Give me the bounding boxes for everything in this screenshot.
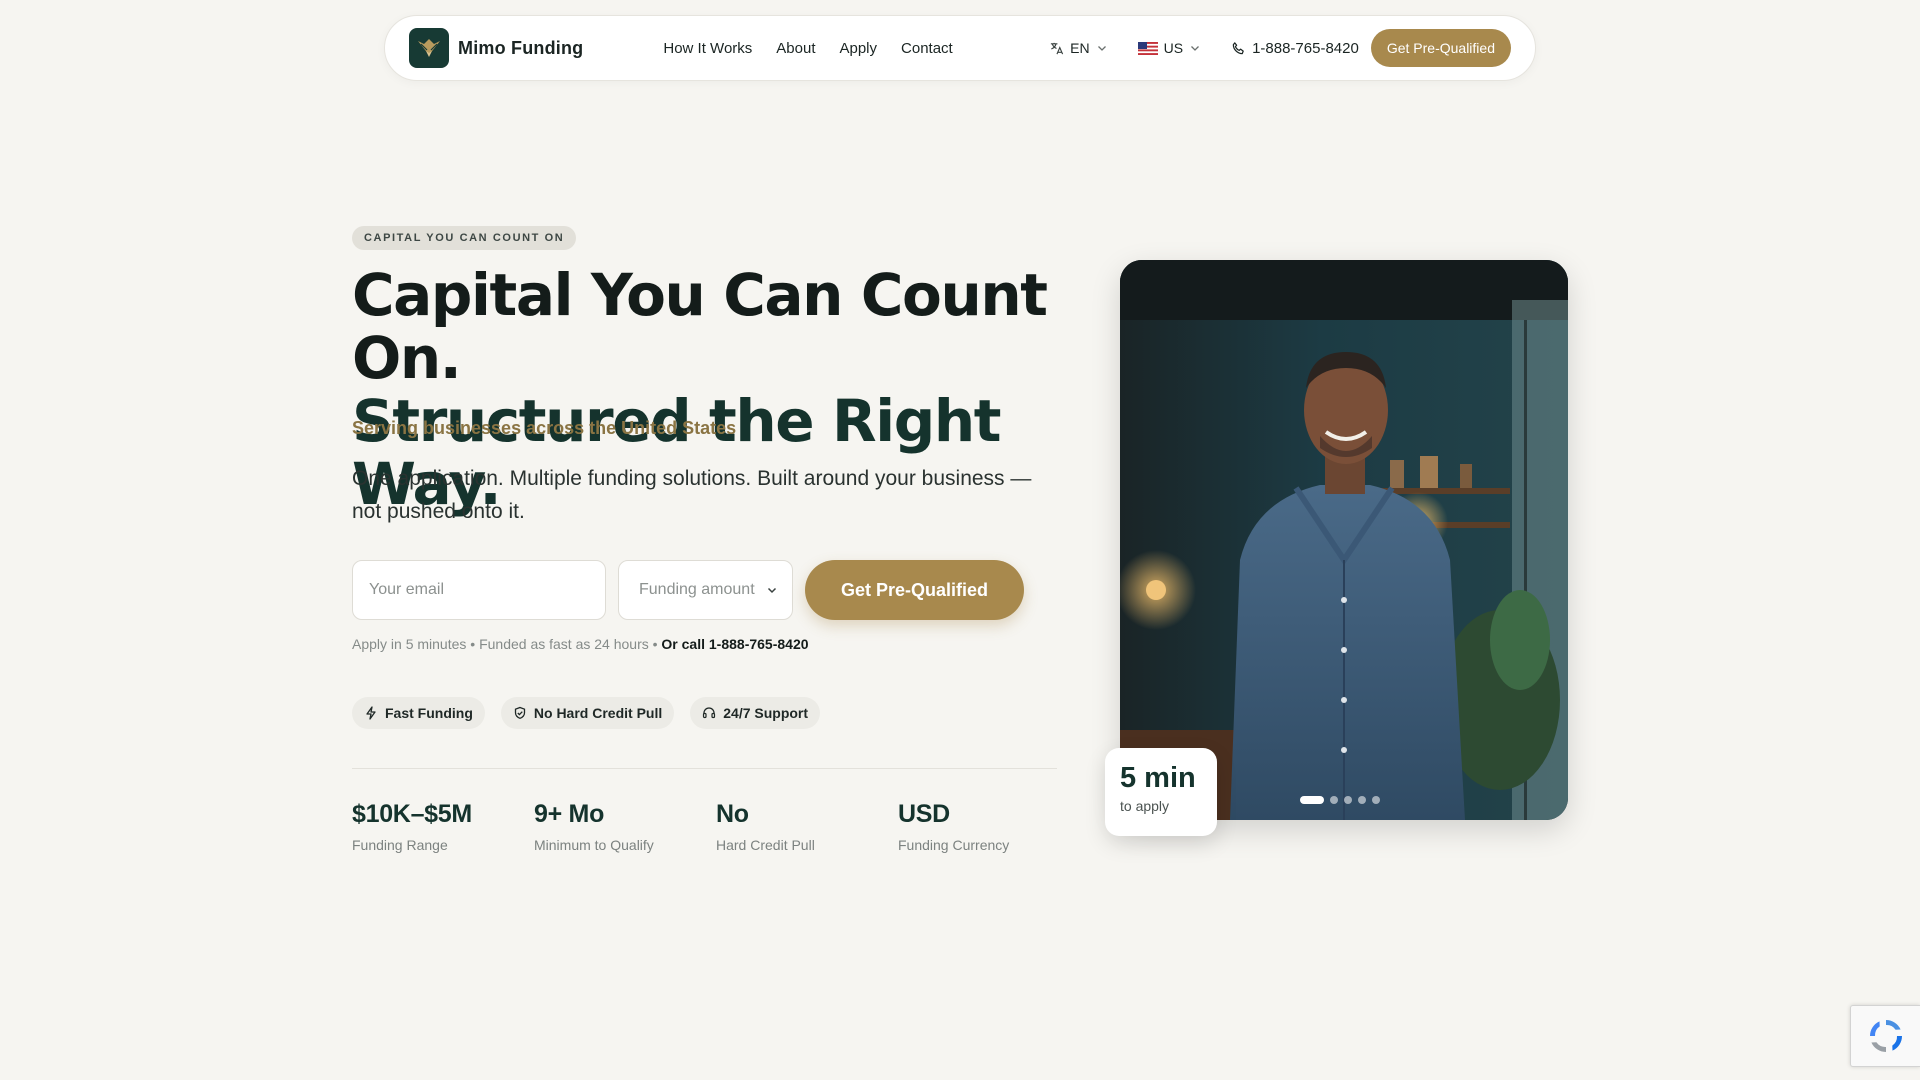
- apply-time-value: 5 min: [1120, 762, 1196, 794]
- badge-label: Fast Funding: [385, 705, 473, 721]
- region-selector[interactable]: US: [1137, 40, 1201, 56]
- nav-get-prequalified-button[interactable]: Get Pre-Qualified: [1370, 29, 1511, 67]
- fine-print-text: Apply in 5 minutes • Funded as fast as 2…: [352, 636, 658, 652]
- stat-label: Funding Range: [352, 837, 448, 853]
- stat-value: 9+ Mo: [534, 800, 605, 828]
- badge-label: 24/7 Support: [723, 705, 809, 721]
- chevron-down-icon: [767, 587, 777, 594]
- language-label: EN: [1070, 40, 1090, 56]
- stat-funding-range: $10K–$5M Funding Range: [352, 798, 534, 853]
- chevron-down-icon: [1097, 46, 1106, 51]
- language-selector[interactable]: EN: [1049, 40, 1107, 56]
- stat-value: USD: [898, 800, 950, 828]
- carousel-dot-1[interactable]: [1300, 796, 1324, 804]
- headline-line-1: Capital You Can Count On.: [352, 261, 1048, 392]
- recaptcha-icon: [1869, 1020, 1902, 1052]
- nav-link-about[interactable]: About: [776, 40, 815, 57]
- nav-right: EN US 1-888-765-8420 Get Pre-Qualified: [1049, 29, 1511, 67]
- top-navigation: Mimo Funding How It Works About Apply Co…: [384, 15, 1536, 81]
- hero-get-prequalified-button[interactable]: Get Pre-Qualified: [805, 560, 1024, 620]
- nav-phone-link[interactable]: 1-888-765-8420: [1231, 40, 1359, 57]
- chevron-down-icon: [1191, 46, 1200, 51]
- stat-label: Minimum to Qualify: [534, 837, 654, 853]
- stat-label: Funding Currency: [898, 837, 1010, 853]
- stat-hard-credit-pull: No Hard Credit Pull: [716, 798, 898, 853]
- badge-label: No Hard Credit Pull: [533, 705, 663, 721]
- funding-amount-placeholder: Funding amount: [639, 581, 755, 598]
- email-input[interactable]: [352, 560, 606, 620]
- stats-row: $10K–$5M Funding Range 9+ Mo Minimum to …: [352, 798, 1080, 853]
- carousel-dot-4[interactable]: [1358, 796, 1366, 804]
- stat-value: No: [716, 800, 749, 828]
- carousel-dot-3[interactable]: [1344, 796, 1352, 804]
- stat-minimum-to-qualify: 9+ Mo Minimum to Qualify: [534, 798, 716, 853]
- funding-amount-select[interactable]: Funding amount: [618, 560, 793, 620]
- fine-print-call-link[interactable]: Or call 1-888-765-8420: [661, 636, 808, 652]
- apply-fine-print: Apply in 5 minutes • Funded as fast as 2…: [352, 636, 809, 652]
- stat-value: $10K–$5M: [352, 800, 472, 828]
- hero-eyebrow-badge: CAPITAL YOU CAN COUNT ON: [352, 226, 577, 250]
- badge-no-hard-credit-pull: No Hard Credit Pull: [500, 697, 675, 729]
- brand-name[interactable]: Mimo Funding: [458, 38, 583, 59]
- nav-link-contact[interactable]: Contact: [901, 40, 953, 57]
- stat-funding-currency: USD Funding Currency: [898, 798, 1080, 853]
- apply-time-card: 5 min to apply: [1105, 748, 1217, 836]
- recaptcha-badge[interactable]: [1850, 1005, 1920, 1067]
- shield-check-icon: [514, 706, 526, 720]
- headset-icon: [703, 707, 716, 719]
- translate-icon: [1051, 42, 1064, 54]
- badge-fast-funding: Fast Funding: [352, 697, 485, 729]
- hero-subline: Serving businesses across the United Sta…: [352, 418, 737, 438]
- eagle-logo-icon[interactable]: [409, 28, 449, 68]
- hero-photo-carousel[interactable]: [1120, 260, 1568, 820]
- hero-lede: One application. Multiple funding soluti…: [352, 467, 1032, 523]
- carousel-dot-5[interactable]: [1372, 796, 1380, 804]
- nav-link-apply[interactable]: Apply: [839, 40, 877, 57]
- us-flag-icon: [1137, 41, 1158, 55]
- carousel-dot-2[interactable]: [1330, 796, 1338, 804]
- prequal-form: Funding amount Get Pre-Qualified: [352, 560, 1024, 620]
- badge-24-7-support: 24/7 Support: [690, 697, 821, 729]
- phone-number: 1-888-765-8420: [1252, 39, 1359, 57]
- region-label: US: [1163, 40, 1184, 56]
- carousel-dots: [1300, 796, 1380, 804]
- nav-links: How It Works About Apply Contact: [663, 40, 952, 57]
- nav-link-how-it-works[interactable]: How It Works: [663, 40, 752, 57]
- apply-time-label: to apply: [1120, 798, 1170, 814]
- hero-photo: [1120, 260, 1568, 820]
- stats-divider: [352, 768, 1057, 769]
- feature-badges: Fast Funding No Hard Credit Pull 24/7 Su…: [352, 697, 821, 729]
- stat-label: Hard Credit Pull: [716, 837, 815, 853]
- lightning-icon: [366, 706, 376, 720]
- phone-icon: [1232, 41, 1244, 54]
